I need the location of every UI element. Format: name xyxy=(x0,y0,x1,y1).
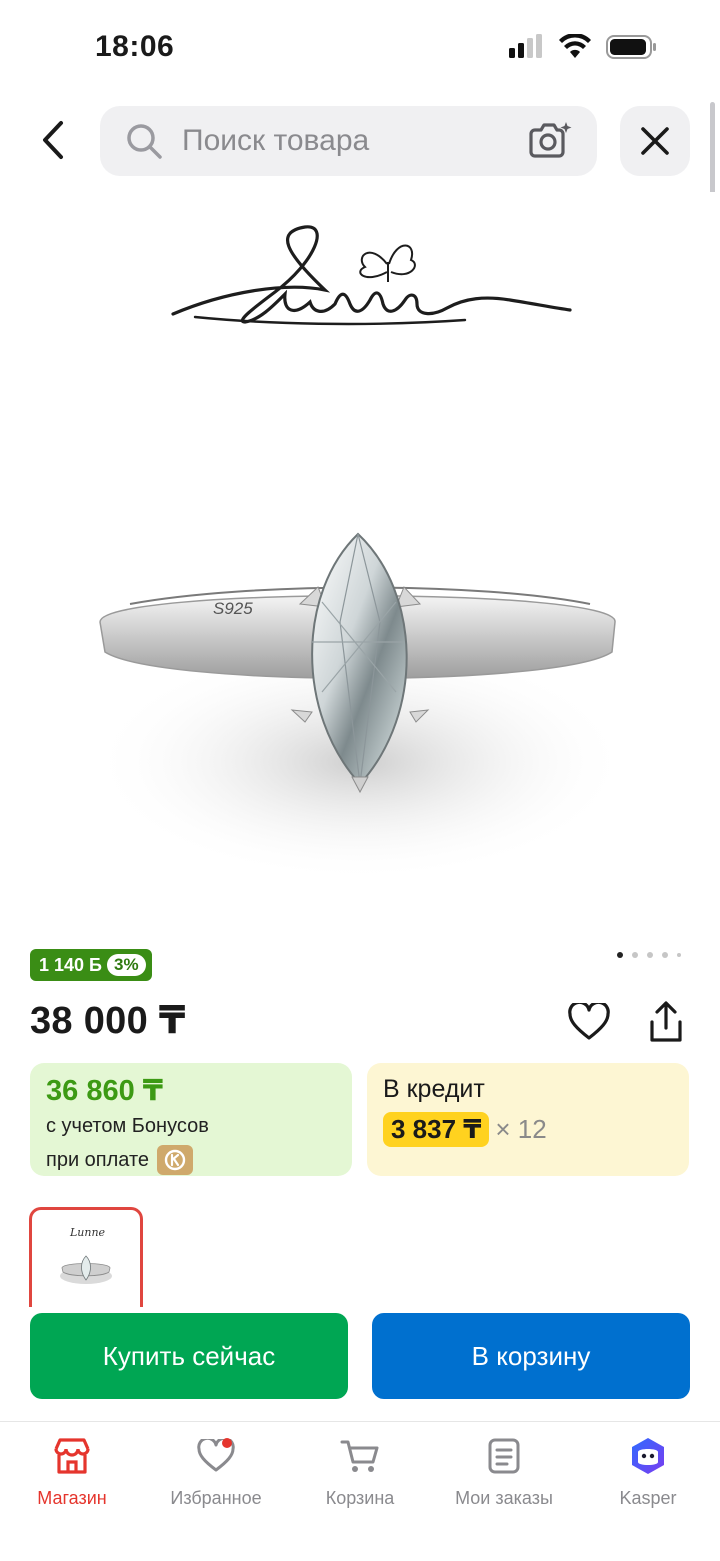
bonus-amount: 1 140 Б xyxy=(39,954,102,975)
wifi-icon xyxy=(559,34,591,58)
kasper-assistant-icon xyxy=(626,1436,670,1476)
heart-icon xyxy=(194,1436,238,1476)
nav-item-shop[interactable]: Магазин xyxy=(0,1422,144,1522)
signal-icon xyxy=(509,34,542,58)
bonus-payment-line: при оплате xyxy=(46,1145,336,1175)
thumbnail-image: Lunne xyxy=(60,1226,112,1284)
buy-now-button[interactable]: Купить сейчас xyxy=(30,1313,348,1399)
status-bar: 18:06 xyxy=(0,0,720,92)
carousel-indicator xyxy=(617,952,681,958)
bonus-payment-caption: при оплате xyxy=(46,1148,150,1171)
favorite-button[interactable] xyxy=(566,1000,612,1044)
camera-search-icon xyxy=(529,122,572,158)
credit-term: × 12 xyxy=(495,1114,547,1144)
nav-label: Kasper xyxy=(619,1488,677,1508)
share-icon xyxy=(650,1001,682,1042)
cart-icon xyxy=(338,1436,382,1476)
nav-label: Избранное xyxy=(170,1488,262,1508)
orders-icon xyxy=(482,1436,526,1476)
close-icon xyxy=(641,127,669,155)
credit-card[interactable]: В кредит 3 837 ₸ × 12 xyxy=(367,1063,689,1176)
bonus-price-card[interactable]: 36 860 ₸ с учетом Бонусов при оплате xyxy=(30,1063,352,1176)
bonus-price: 36 860 ₸ xyxy=(46,1075,163,1107)
notification-dot xyxy=(222,1438,232,1448)
nav-item-kasper[interactable]: Kasper xyxy=(576,1422,720,1522)
nav-item-favorites[interactable]: Избранное xyxy=(144,1422,288,1522)
product-image-carousel[interactable]: S925 xyxy=(0,192,720,937)
battery-icon xyxy=(606,35,656,59)
product-thumbnail[interactable]: Lunne xyxy=(29,1207,143,1307)
nav-label: Мои заказы xyxy=(455,1488,553,1508)
credit-row: 3 837 ₸ × 12 xyxy=(383,1112,673,1147)
bottom-navigation: Магазин Избранное Корзина Мои заказы Kas… xyxy=(0,1421,720,1561)
carousel-dot[interactable] xyxy=(632,952,638,958)
close-button[interactable] xyxy=(620,106,690,176)
bonus-price-caption: с учетом Бонусов xyxy=(46,1115,209,1137)
search-header: Поиск товара xyxy=(0,92,720,192)
thumbnail-logo: Lunne xyxy=(69,1226,106,1239)
shop-icon xyxy=(50,1436,94,1476)
bonus-badge: 1 140 Б 3% xyxy=(30,949,152,981)
product-price: 38 000 ₸ xyxy=(30,1000,186,1042)
nav-item-orders[interactable]: Мои заказы xyxy=(432,1422,576,1522)
nav-label: Магазин xyxy=(37,1488,107,1508)
nav-item-cart[interactable]: Корзина xyxy=(288,1422,432,1522)
add-to-cart-button[interactable]: В корзину xyxy=(372,1313,690,1399)
engraving-text: S925 xyxy=(213,599,253,618)
bonus-percent: 3% xyxy=(106,954,146,976)
search-icon xyxy=(124,121,164,161)
status-icons xyxy=(508,34,658,60)
carousel-dot[interactable] xyxy=(662,952,668,958)
kaspi-pay-icon xyxy=(157,1145,194,1175)
nav-label: Корзина xyxy=(325,1488,395,1508)
back-arrow-icon xyxy=(43,121,63,159)
credit-amount: 3 837 ₸ xyxy=(383,1112,490,1147)
status-time: 18:06 xyxy=(95,30,175,63)
search-input[interactable]: Поиск товара xyxy=(182,124,525,158)
carousel-dot[interactable] xyxy=(617,952,623,958)
back-button[interactable] xyxy=(28,112,78,168)
camera-search-button[interactable] xyxy=(525,116,575,166)
carousel-dot[interactable] xyxy=(677,953,681,957)
product-photo-ring: S925 xyxy=(90,532,630,882)
heart-icon xyxy=(568,1003,610,1040)
share-button[interactable] xyxy=(643,998,689,1046)
credit-title: В кредит xyxy=(383,1075,485,1103)
carousel-dot[interactable] xyxy=(647,952,653,958)
search-field[interactable]: Поиск товара xyxy=(100,106,597,176)
